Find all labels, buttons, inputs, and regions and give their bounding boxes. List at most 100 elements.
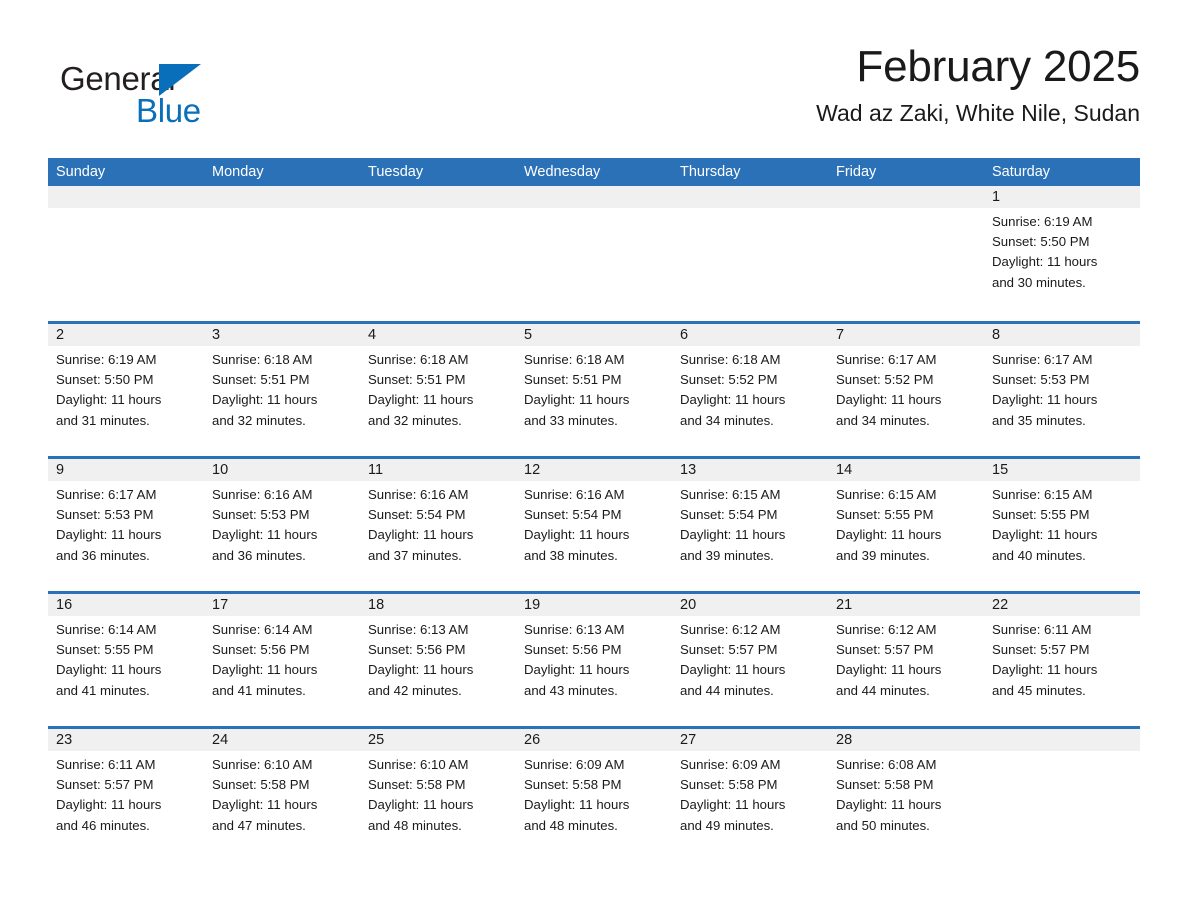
calendar-day-cell[interactable]: 16 Sunrise: 6:14 AM Sunset: 5:55 PM Dayligh… bbox=[48, 594, 204, 726]
day-info-line: Sunset: 5:51 PM bbox=[212, 372, 310, 388]
day-info-line: Daylight: 11 hours bbox=[56, 527, 162, 543]
day-info-line: and 35 minutes. bbox=[992, 412, 1086, 428]
calendar-day-cell-empty bbox=[516, 186, 672, 321]
day-number: 14 bbox=[836, 462, 853, 478]
calendar-day-cell[interactable]: 2 Sunrise: 6:19 AM Sunset: 5:50 PM Daylight… bbox=[48, 324, 204, 456]
day-info-line: Sunrise: 6:19 AM bbox=[992, 214, 1093, 229]
day-number: 7 bbox=[836, 327, 845, 343]
day-info-line: Sunset: 5:58 PM bbox=[524, 777, 622, 793]
day-number-band: 27 bbox=[672, 729, 828, 751]
calendar-day-cell[interactable]: 28 Sunrise: 6:08 AM Sunset: 5:58 PM Dayligh… bbox=[828, 729, 984, 861]
day-info-line: Daylight: 11 hours bbox=[368, 527, 474, 543]
day-sun-info bbox=[984, 751, 1140, 755]
day-info-line: Daylight: 11 hours bbox=[212, 527, 318, 543]
day-info-line: Sunrise: 6:11 AM bbox=[992, 622, 1092, 637]
day-sun-info: Sunrise: 6:17 AM Sunset: 5:53 PM Daylight:… bbox=[48, 481, 204, 566]
day-info-line: and 39 minutes. bbox=[680, 547, 774, 563]
day-info-line: Daylight: 11 hours bbox=[992, 392, 1098, 408]
day-info-line: Sunrise: 6:17 AM bbox=[56, 487, 157, 502]
calendar-day-cell[interactable]: 4 Sunrise: 6:18 AM Sunset: 5:51 PM Daylight… bbox=[360, 324, 516, 456]
day-info-line: Daylight: 11 hours bbox=[992, 527, 1098, 543]
day-info-line: and 37 minutes. bbox=[368, 547, 462, 563]
day-number-band: 25 bbox=[360, 729, 516, 751]
day-number-band: 13 bbox=[672, 459, 828, 481]
day-number-band: 9 bbox=[48, 459, 204, 481]
calendar-day-cell[interactable]: 9 Sunrise: 6:17 AM Sunset: 5:53 PM Daylight… bbox=[48, 459, 204, 591]
day-number-band: 24 bbox=[204, 729, 360, 751]
day-sun-info: Sunrise: 6:12 AM Sunset: 5:57 PM Daylight:… bbox=[828, 616, 984, 701]
day-info-line: Daylight: 11 hours bbox=[56, 392, 162, 408]
day-info-line: Sunrise: 6:17 AM bbox=[992, 352, 1093, 367]
day-sun-info: Sunrise: 6:18 AM Sunset: 5:51 PM Daylight:… bbox=[360, 346, 516, 431]
day-info-line: Sunset: 5:56 PM bbox=[368, 642, 466, 658]
day-info-line: Daylight: 11 hours bbox=[56, 662, 162, 678]
calendar-day-cell[interactable]: 24 Sunrise: 6:10 AM Sunset: 5:58 PM Dayligh… bbox=[204, 729, 360, 861]
day-sun-info: Sunrise: 6:19 AM Sunset: 5:50 PM Daylight:… bbox=[48, 346, 204, 431]
calendar-day-cell[interactable]: 3 Sunrise: 6:18 AM Sunset: 5:51 PM Daylight… bbox=[204, 324, 360, 456]
day-sun-info bbox=[360, 208, 516, 212]
calendar-day-cell[interactable]: 6 Sunrise: 6:18 AM Sunset: 5:52 PM Daylight… bbox=[672, 324, 828, 456]
day-info-line: Daylight: 11 hours bbox=[992, 662, 1098, 678]
calendar-page: General Blue February 2025 Wad az Zaki, … bbox=[0, 0, 1188, 918]
day-info-line: Sunrise: 6:16 AM bbox=[524, 487, 625, 502]
day-number: 28 bbox=[836, 732, 853, 748]
day-info-line: Sunrise: 6:14 AM bbox=[212, 622, 313, 637]
day-info-line: Daylight: 11 hours bbox=[212, 392, 318, 408]
generalblue-logo[interactable]: General Blue bbox=[60, 54, 330, 134]
day-number-band: 11 bbox=[360, 459, 516, 481]
day-info-line: Sunset: 5:54 PM bbox=[368, 507, 466, 523]
day-info-line: Sunset: 5:54 PM bbox=[680, 507, 778, 523]
day-sun-info: Sunrise: 6:17 AM Sunset: 5:52 PM Daylight:… bbox=[828, 346, 984, 431]
day-number-band: 8 bbox=[984, 324, 1140, 346]
weekday-header-monday: Monday bbox=[212, 164, 264, 180]
calendar-day-cell[interactable]: 14 Sunrise: 6:15 AM Sunset: 5:55 PM Dayligh… bbox=[828, 459, 984, 591]
calendar-day-cell[interactable]: 5 Sunrise: 6:18 AM Sunset: 5:51 PM Daylight… bbox=[516, 324, 672, 456]
calendar-day-cell[interactable]: 12 Sunrise: 6:16 AM Sunset: 5:54 PM Dayligh… bbox=[516, 459, 672, 591]
calendar-day-cell[interactable]: 19 Sunrise: 6:13 AM Sunset: 5:56 PM Dayligh… bbox=[516, 594, 672, 726]
day-number-band bbox=[672, 186, 828, 208]
calendar-day-cell[interactable]: 8 Sunrise: 6:17 AM Sunset: 5:53 PM Daylight… bbox=[984, 324, 1140, 456]
day-info-line: Sunrise: 6:11 AM bbox=[56, 757, 156, 772]
day-info-line: Sunrise: 6:15 AM bbox=[680, 487, 781, 502]
day-info-line: Daylight: 11 hours bbox=[836, 527, 942, 543]
day-info-line: and 32 minutes. bbox=[212, 412, 306, 428]
day-info-line: Sunset: 5:55 PM bbox=[836, 507, 934, 523]
weekday-header-row: Sunday Monday Tuesday Wednesday Thursday Frid… bbox=[48, 158, 1140, 186]
day-info-line: and 30 minutes. bbox=[992, 274, 1086, 290]
calendar-day-cell[interactable]: 23 Sunrise: 6:11 AM Sunset: 5:57 PM Dayligh… bbox=[48, 729, 204, 861]
day-info-line: Sunset: 5:52 PM bbox=[836, 372, 934, 388]
calendar-day-cell[interactable]: 11 Sunrise: 6:16 AM Sunset: 5:54 PM Dayligh… bbox=[360, 459, 516, 591]
day-info-line: Daylight: 11 hours bbox=[368, 662, 474, 678]
day-info-line: Daylight: 11 hours bbox=[836, 797, 942, 813]
day-info-line: and 33 minutes. bbox=[524, 412, 618, 428]
calendar-day-cell[interactable]: 1 Sunrise: 6:19 AM Sunset: 5:50 PM Daylight… bbox=[984, 186, 1140, 321]
calendar-day-cell-empty bbox=[204, 186, 360, 321]
calendar-day-cell[interactable]: 7 Sunrise: 6:17 AM Sunset: 5:52 PM Daylight… bbox=[828, 324, 984, 456]
calendar-day-cell[interactable]: 10 Sunrise: 6:16 AM Sunset: 5:53 PM Dayligh… bbox=[204, 459, 360, 591]
calendar-day-cell[interactable]: 20 Sunrise: 6:12 AM Sunset: 5:57 PM Dayligh… bbox=[672, 594, 828, 726]
day-sun-info bbox=[828, 208, 984, 212]
calendar-day-cell[interactable]: 25 Sunrise: 6:10 AM Sunset: 5:58 PM Dayligh… bbox=[360, 729, 516, 861]
calendar-day-cell[interactable]: 22 Sunrise: 6:11 AM Sunset: 5:57 PM Dayligh… bbox=[984, 594, 1140, 726]
day-number-band: 16 bbox=[48, 594, 204, 616]
day-number: 6 bbox=[680, 327, 689, 343]
day-info-line: and 40 minutes. bbox=[992, 547, 1086, 563]
day-info-line: Daylight: 11 hours bbox=[368, 797, 474, 813]
calendar-day-cell[interactable]: 21 Sunrise: 6:12 AM Sunset: 5:57 PM Dayligh… bbox=[828, 594, 984, 726]
day-number-band: 20 bbox=[672, 594, 828, 616]
day-info-line: Sunrise: 6:08 AM bbox=[836, 757, 937, 772]
day-sun-info: Sunrise: 6:15 AM Sunset: 5:55 PM Daylight:… bbox=[984, 481, 1140, 566]
calendar-day-cell[interactable]: 27 Sunrise: 6:09 AM Sunset: 5:58 PM Dayligh… bbox=[672, 729, 828, 861]
calendar-day-cell[interactable]: 26 Sunrise: 6:09 AM Sunset: 5:58 PM Dayligh… bbox=[516, 729, 672, 861]
day-sun-info: Sunrise: 6:15 AM Sunset: 5:55 PM Daylight:… bbox=[828, 481, 984, 566]
day-info-line: Sunrise: 6:18 AM bbox=[680, 352, 781, 367]
calendar-day-cell[interactable]: 17 Sunrise: 6:14 AM Sunset: 5:56 PM Dayligh… bbox=[204, 594, 360, 726]
day-number: 3 bbox=[212, 327, 221, 343]
calendar-day-cell[interactable]: 13 Sunrise: 6:15 AM Sunset: 5:54 PM Dayligh… bbox=[672, 459, 828, 591]
day-info-line: Sunrise: 6:18 AM bbox=[212, 352, 313, 367]
day-number-band: 14 bbox=[828, 459, 984, 481]
calendar-day-cell-empty bbox=[984, 729, 1140, 861]
calendar-day-cell[interactable]: 18 Sunrise: 6:13 AM Sunset: 5:56 PM Dayligh… bbox=[360, 594, 516, 726]
calendar-day-cell[interactable]: 15 Sunrise: 6:15 AM Sunset: 5:55 PM Dayligh… bbox=[984, 459, 1140, 591]
day-number: 27 bbox=[680, 732, 697, 748]
